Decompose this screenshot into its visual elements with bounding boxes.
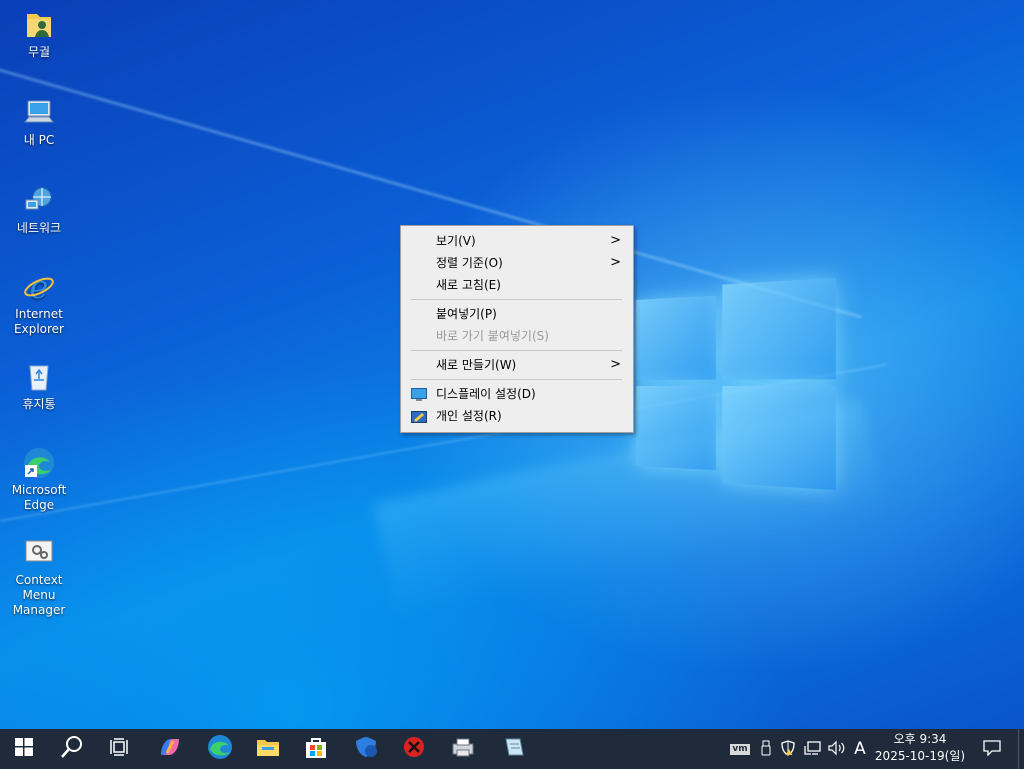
taskbar: vm A 오후 9:34 2025-10-19(일) [0, 729, 1024, 769]
menu-item-new[interactable]: 새로 만들기(W) > [401, 354, 633, 376]
search-icon [60, 735, 84, 763]
chevron-right-icon: > [610, 357, 621, 372]
file-explorer-button[interactable] [244, 729, 292, 769]
task-view-button[interactable] [96, 729, 144, 769]
speaker-icon [828, 740, 846, 759]
printer-tool-icon [451, 736, 477, 762]
tray-network[interactable] [802, 729, 824, 769]
red-x-app-button[interactable] [390, 729, 438, 769]
notepad-tool-button[interactable] [490, 729, 538, 769]
network-icon [22, 184, 56, 218]
edge-shortcut-icon [22, 446, 56, 480]
menu-item-refresh[interactable]: 새로 고침(E) [401, 274, 633, 296]
network-status-icon [804, 740, 822, 759]
printer-tool-button[interactable] [440, 729, 488, 769]
clock[interactable]: 오후 9:34 2025-10-19(일) [872, 731, 968, 767]
desktop-context-menu: 보기(V) > 정렬 기준(O) > 새로 고침(E) 붙여넣기(P) 바로 가… [400, 225, 634, 433]
clock-time: 오후 9:34 [893, 732, 947, 746]
menu-item-paste[interactable]: 붙여넣기(P) [401, 303, 633, 325]
recycle-bin-icon [22, 360, 56, 394]
notification-center-button[interactable] [972, 729, 1012, 769]
tray-ime[interactable]: A [850, 729, 870, 769]
computer-icon [22, 96, 56, 130]
clock-date: 2025-10-19(일) [874, 749, 966, 763]
edge-icon [207, 734, 233, 764]
copilot-icon [157, 735, 183, 763]
notepad-tool-icon [502, 736, 526, 762]
desktop-icon-label: Context Menu Manager [12, 573, 66, 617]
shield-warning-icon [780, 739, 796, 759]
tray-vmware[interactable]: vm [730, 729, 750, 769]
edge-taskbar-button[interactable] [196, 729, 244, 769]
desktop-icon-label: 휴지통 [22, 397, 56, 411]
menu-item-personalize[interactable]: 개인 설정(R) [401, 405, 633, 427]
desktop[interactable]: 무궐 내 PC 네트워크 e Internet Explorer 휴지통 Mic… [0, 0, 1024, 729]
tray-security[interactable] [778, 729, 798, 769]
vmware-icon: vm [730, 743, 750, 755]
chevron-right-icon: > [610, 255, 621, 270]
desktop-icon-label: Microsoft Edge [11, 483, 67, 512]
start-button[interactable] [0, 729, 48, 769]
chevron-right-icon: > [610, 233, 621, 248]
start-icon [15, 738, 33, 760]
menu-item-paste-shortcut: 바로 가기 붙여넣기(S) [436, 329, 549, 343]
desktop-icon-label: Internet Explorer [14, 307, 64, 336]
copilot-button[interactable] [146, 729, 194, 769]
desktop-icon-this-pc[interactable]: 내 PC [4, 96, 74, 148]
desktop-icon-label: 내 PC [23, 133, 55, 147]
desktop-icon-microsoft-edge[interactable]: Microsoft Edge [4, 446, 74, 513]
desktop-icon-context-menu-manager[interactable]: Context Menu Manager [4, 536, 74, 618]
desktop-icon-label: 네트워크 [16, 221, 62, 235]
internet-explorer-icon: e [22, 268, 56, 306]
store-button[interactable] [292, 729, 340, 769]
menu-separator [411, 379, 622, 380]
notification-icon [983, 739, 1001, 759]
desktop-icon-user[interactable]: 무궐 [4, 8, 74, 60]
desktop-icon-label: 무궐 [27, 45, 51, 59]
defender-button[interactable] [342, 729, 390, 769]
display-settings-icon [411, 387, 427, 401]
store-icon [304, 735, 328, 763]
desktop-icon-internet-explorer[interactable]: e Internet Explorer [4, 268, 74, 337]
svg-text:e: e [30, 270, 49, 304]
tray-usb[interactable] [756, 729, 776, 769]
show-desktop-button[interactable] [1018, 729, 1024, 769]
search-button[interactable] [48, 729, 96, 769]
menu-item-view[interactable]: 보기(V) > [401, 230, 633, 252]
task-view-icon [110, 738, 130, 760]
desktop-icon-recycle-bin[interactable]: 휴지통 [4, 360, 74, 412]
usb-drive-icon [760, 740, 772, 759]
close-red-icon [403, 736, 425, 762]
ime-indicator: A [854, 739, 866, 759]
menu-separator [411, 350, 622, 351]
menu-item-display-settings[interactable]: 디스플레이 설정(D) [401, 383, 633, 405]
user-folder-icon [22, 8, 56, 42]
menu-item-sort-by[interactable]: 정렬 기준(O) > [401, 252, 633, 274]
personalize-icon [411, 409, 427, 423]
tray-volume[interactable] [826, 729, 848, 769]
defender-icon [353, 735, 379, 763]
menu-separator [411, 299, 622, 300]
windows-logo-wallpaper [636, 277, 838, 493]
desktop-icon-network[interactable]: 네트워크 [4, 184, 74, 236]
context-menu-manager-icon [22, 536, 56, 570]
file-explorer-icon [256, 737, 280, 761]
